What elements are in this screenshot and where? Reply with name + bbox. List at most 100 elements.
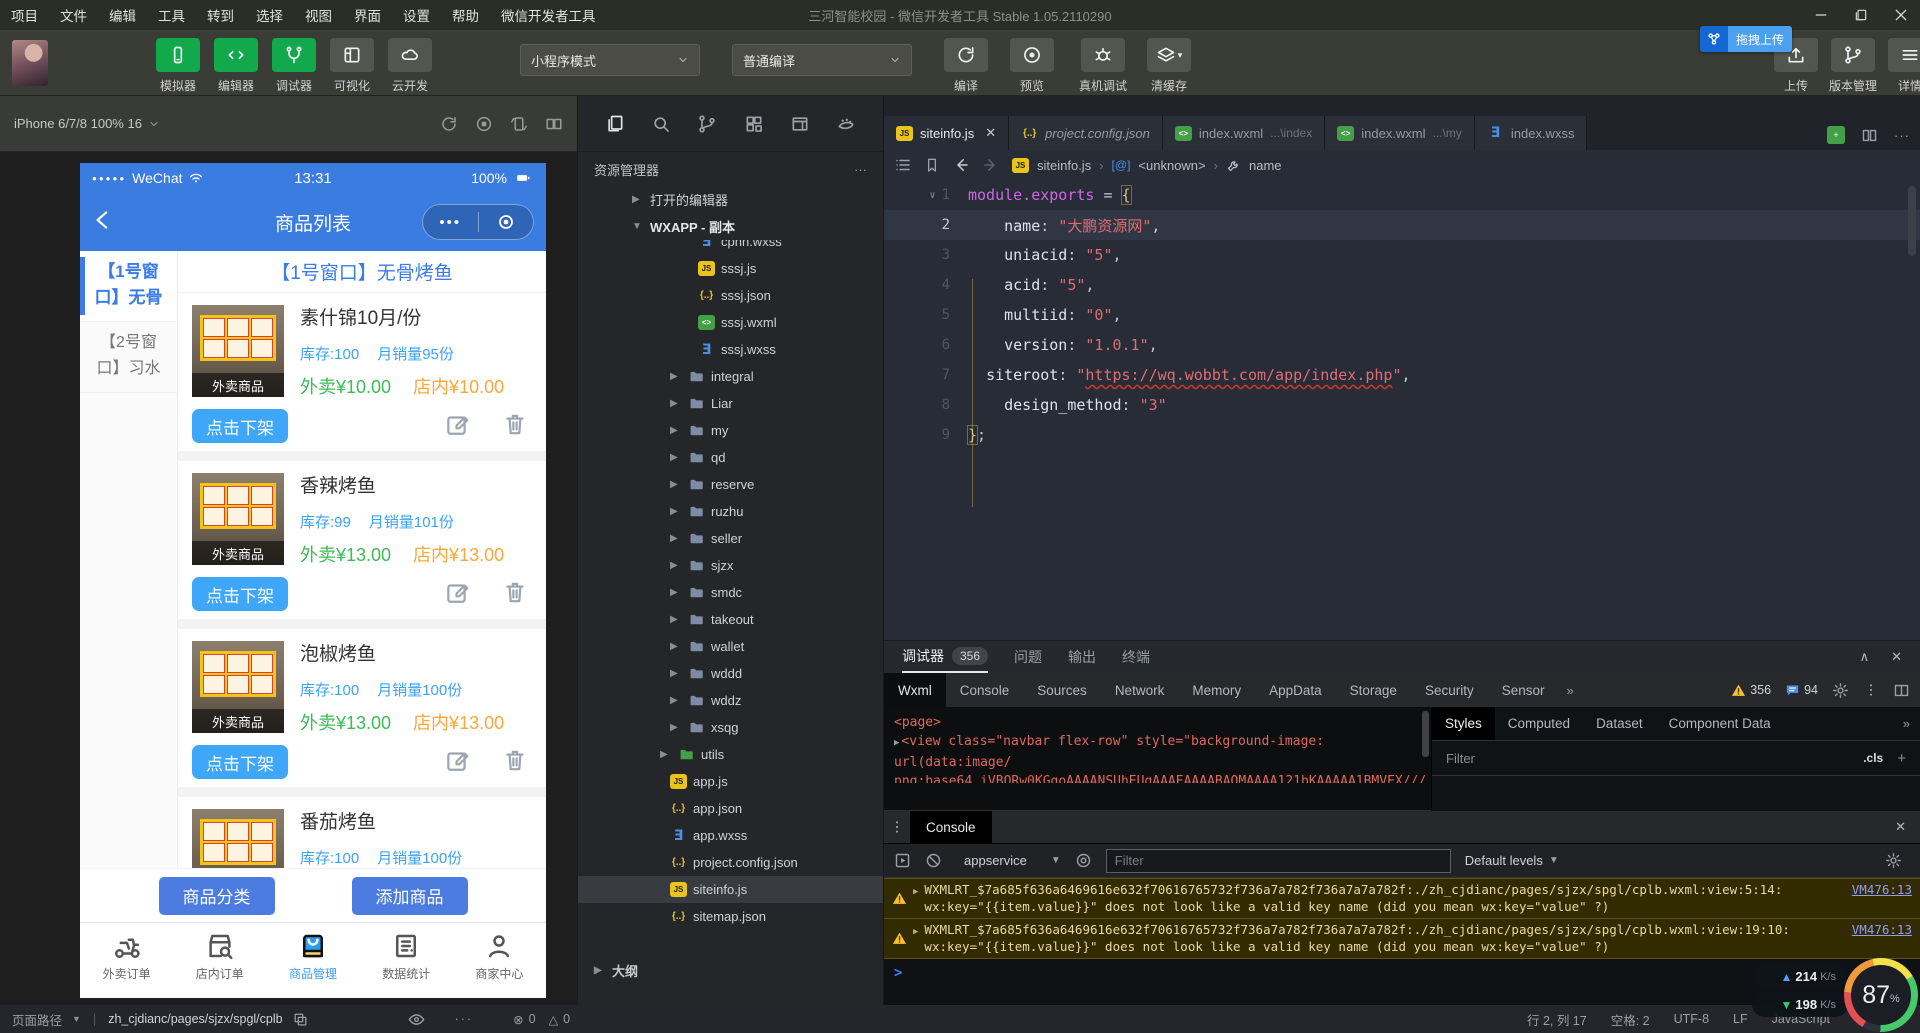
line-gutter[interactable]: 6 (884, 337, 968, 353)
file-row-xsqg[interactable]: ▶xsqg (578, 714, 883, 741)
panel-tab-输出[interactable]: 输出 (1068, 641, 1096, 673)
devtools-tab-Console[interactable]: Console (946, 673, 1024, 707)
eye-icon[interactable] (408, 1011, 425, 1028)
source-link[interactable]: VM476:13 (1852, 881, 1912, 915)
模拟器-button[interactable] (156, 38, 200, 72)
menu-item-编辑[interactable]: 编辑 (98, 0, 147, 30)
gear-icon[interactable] (1885, 852, 1910, 869)
arrow-right-icon[interactable] (982, 156, 1000, 174)
expand-arrow-icon[interactable]: ▶ (913, 881, 918, 915)
tab-店内订单[interactable]: 店内订单 (173, 923, 266, 998)
styles-filter-input[interactable] (1446, 751, 1746, 766)
breadcrumb-item[interactable]: siteinfo.js (1037, 158, 1091, 173)
source-link[interactable]: VM476:13 (1852, 921, 1912, 955)
cls-toggle[interactable]: .cls (1863, 751, 1883, 765)
wxml-node[interactable]: ▶<view class="navbar flex-row" style="ba… (894, 732, 1431, 772)
more-icon[interactable]: ··· (854, 162, 867, 177)
list-icon[interactable] (894, 156, 912, 174)
devtools-tab-AppData[interactable]: AppData (1255, 673, 1336, 707)
file-row-app.js[interactable]: JSapp.js (578, 768, 883, 795)
panel-tab-终端[interactable]: 终端 (1122, 641, 1150, 673)
file-row-utils[interactable]: ▶utils (578, 741, 883, 768)
devtools-tab-Memory[interactable]: Memory (1178, 673, 1255, 707)
infos-badge[interactable]: 94 (1785, 683, 1818, 698)
cursor-position[interactable]: 行 2, 列 17 (1527, 1010, 1587, 1029)
edit-icon[interactable] (444, 747, 470, 773)
category-item[interactable]: 【2号窗口】习水 (80, 322, 177, 393)
file-row-qd[interactable]: ▶qd (578, 444, 883, 471)
take-down-button[interactable]: 点击下架 (192, 577, 288, 611)
file-row-reserve[interactable]: ▶reserve (578, 471, 883, 498)
editor-scrollbar[interactable] (1908, 186, 1916, 256)
kebab-icon[interactable] (1863, 682, 1879, 698)
file-row-sssj.json[interactable]: {..}sssj.json (578, 282, 883, 309)
stop-button[interactable] (475, 115, 493, 133)
tab-商家中心[interactable]: 商家中心 (453, 923, 546, 998)
file-row-cphh.wxss[interactable]: Ǝcphh.wxss (578, 240, 883, 255)
minimize-button[interactable] (1808, 3, 1834, 27)
breadcrumb-item[interactable]: <unknown> (1138, 158, 1205, 173)
record-icon[interactable] (479, 213, 534, 231)
file-row-sitemap.json[interactable]: {..}sitemap.json (578, 903, 883, 930)
breadcrumb-item[interactable]: name (1249, 158, 1282, 173)
版本管理-button[interactable] (1831, 38, 1875, 72)
indentation[interactable]: 空格: 2 (1611, 1010, 1650, 1029)
close-button[interactable] (1888, 3, 1914, 27)
styles-tab-Component Data[interactable]: Component Data (1656, 707, 1784, 740)
menu-item-转到[interactable]: 转到 (196, 0, 245, 30)
close-icon[interactable]: ✕ (985, 125, 996, 141)
encoding[interactable]: UTF-8 (1674, 1012, 1709, 1026)
file-row-app.json[interactable]: {..}app.json (578, 795, 883, 822)
添加商品-button[interactable]: 添加商品 (352, 877, 468, 915)
调试器-button[interactable] (272, 38, 316, 72)
more-icon[interactable]: ··· (455, 1012, 474, 1026)
line-gutter[interactable]: 5 (884, 307, 968, 323)
tab-数据统计[interactable]: 数据统计 (360, 923, 453, 998)
devtools-tab-Network[interactable]: Network (1101, 673, 1179, 707)
outline-section[interactable]: ▶ 大纲 (578, 957, 883, 983)
green-file-icon[interactable]: + (1827, 126, 1845, 144)
copy-icon[interactable] (293, 1012, 308, 1027)
editor-tab-project.config.json[interactable]: {..}project.config.json (1009, 116, 1163, 150)
wxml-inspector[interactable]: <page>▶<view class="navbar flex-row" sty… (884, 707, 1431, 811)
wxml-node[interactable]: png;base64,iVBORw0KGgoAAAANSUhEUgAAAEAAA… (894, 772, 1431, 783)
wxml-node[interactable]: <page> (894, 713, 1431, 732)
file-row-wddz[interactable]: ▶wddz (578, 687, 883, 714)
console-warning[interactable]: ▶WXMLRT_$7a685f636a6469616e632f706167657… (884, 919, 1920, 959)
editor-tab-index.wxml[interactable]: <>index.wxml...\my (1325, 116, 1475, 150)
line-gutter[interactable]: 9 (884, 427, 968, 443)
wxml-scrollbar[interactable] (1422, 711, 1429, 757)
search-icon[interactable] (651, 114, 671, 134)
eval-context-icon[interactable] (894, 852, 911, 869)
take-down-button[interactable]: 点击下架 (192, 745, 288, 779)
files-icon[interactable] (605, 114, 625, 134)
panel-tab-问题[interactable]: 问题 (1014, 641, 1042, 673)
line-gutter[interactable]: 8 (884, 397, 968, 413)
商品分类-button[interactable]: 商品分类 (159, 877, 275, 915)
file-row-takeout[interactable]: ▶takeout (578, 606, 883, 633)
真机调试-button[interactable] (1081, 38, 1125, 72)
file-row-siteinfo.js[interactable]: JSsiteinfo.js (578, 876, 883, 903)
close-icon[interactable]: ✕ (1891, 649, 1902, 665)
云开发-button[interactable] (388, 38, 432, 72)
file-row-project.config.json[interactable]: {..}project.config.json (578, 849, 883, 876)
kebab-icon[interactable] (884, 819, 910, 835)
line-gutter[interactable]: 4 (884, 277, 968, 293)
panel-tab-调试器[interactable]: 调试器356 (902, 641, 988, 673)
file-row-sjzx[interactable]: ▶sjzx (578, 552, 883, 579)
menu-item-文件[interactable]: 文件 (49, 0, 98, 30)
清缓存-button[interactable]: ▾ (1147, 38, 1191, 72)
context-select[interactable]: appservice ▼ (956, 853, 1061, 868)
file-row-app.wxss[interactable]: Ǝapp.wxss (578, 822, 883, 849)
fold-caret-icon[interactable]: ∨ (930, 190, 936, 201)
console-warning[interactable]: ▶WXMLRT_$7a685f636a6469616e632f706167657… (884, 878, 1920, 919)
code-area[interactable]: ∨1module.exports = {2 name: "大鹏资源网",3 un… (884, 180, 1920, 640)
预览-button[interactable] (1010, 38, 1054, 72)
menu-item-工具[interactable]: 工具 (147, 0, 196, 30)
trash-icon[interactable] (502, 579, 528, 605)
more-dots-icon[interactable]: ••• (423, 214, 478, 231)
panes-icon[interactable] (1893, 682, 1910, 699)
devtools-tab-Security[interactable]: Security (1411, 673, 1488, 707)
git-icon[interactable] (697, 114, 717, 134)
window-icon[interactable] (790, 114, 810, 134)
